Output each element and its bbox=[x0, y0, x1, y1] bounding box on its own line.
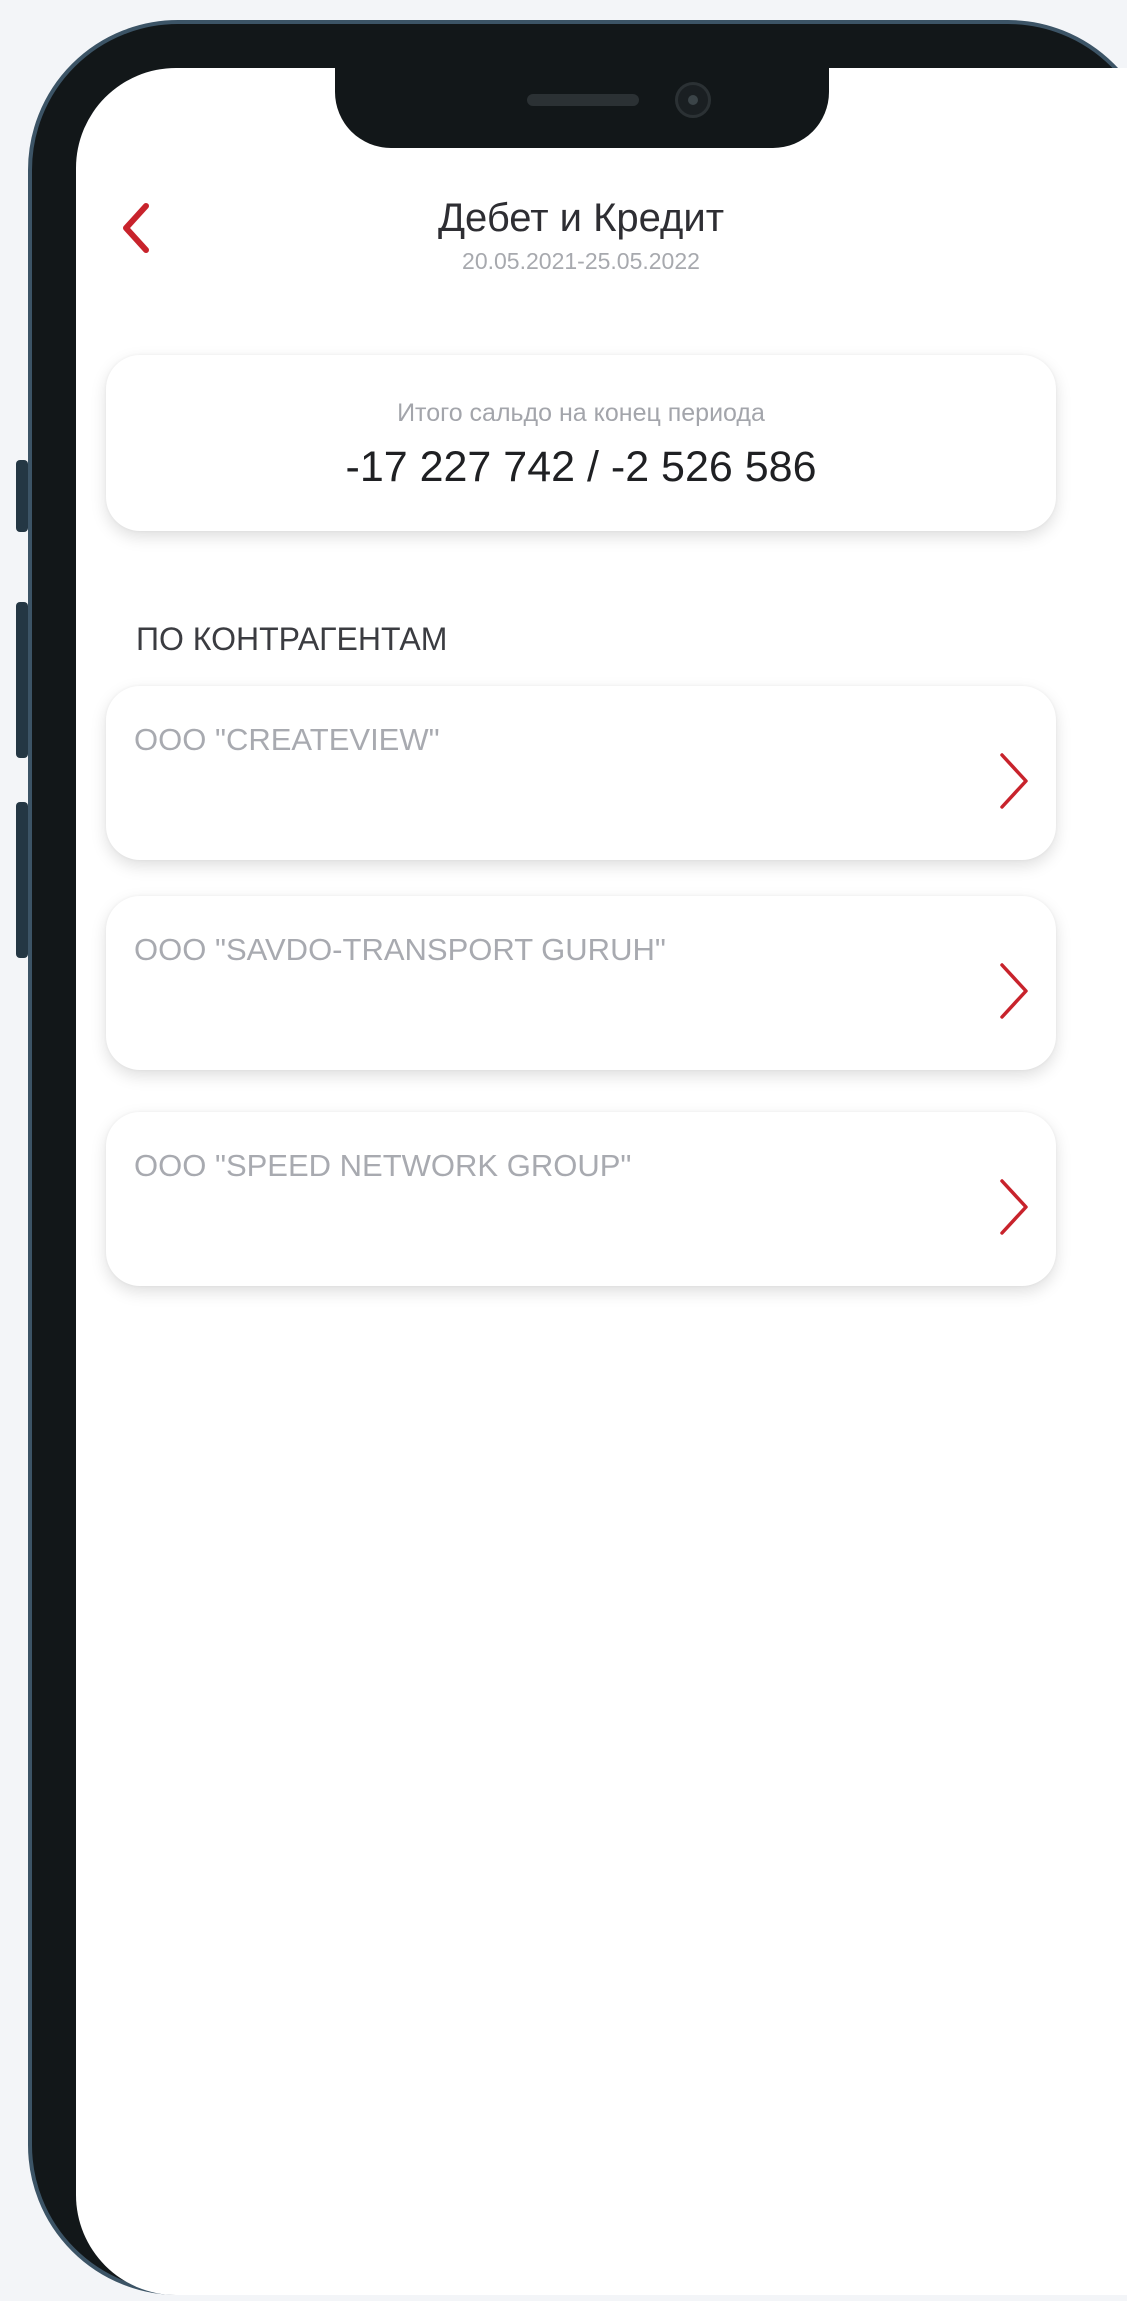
volume-up-button bbox=[16, 602, 28, 758]
front-camera bbox=[675, 82, 711, 118]
notch bbox=[335, 68, 829, 148]
counterparties-heading: ПО КОНТРАГЕНТАМ bbox=[136, 621, 448, 657]
counterparty-item[interactable]: ООО "SAVDO-TRANSPORT GURUH" bbox=[106, 896, 1056, 1070]
chevron-right-icon bbox=[1000, 963, 1028, 1019]
counterparty-name: ООО "CREATEVIEW" bbox=[134, 722, 440, 757]
chevron-right-icon bbox=[1000, 1179, 1028, 1235]
chevron-right-icon bbox=[1000, 753, 1028, 809]
period-range: 20.05.2021-25.05.2022 bbox=[462, 248, 700, 274]
volume-down-button bbox=[16, 802, 28, 958]
app-screen: Дебет и Кредит 20.05.2021-25.05.2022 Ито… bbox=[76, 68, 1127, 2295]
counterparty-name: ООО "SAVDO-TRANSPORT GURUH" bbox=[134, 932, 666, 967]
mute-switch bbox=[16, 460, 28, 532]
speaker-grille bbox=[527, 94, 639, 106]
page-title: Дебет и Кредит bbox=[437, 196, 725, 240]
counterparty-item[interactable]: ООО "CREATEVIEW" bbox=[106, 686, 1056, 860]
balance-value: -17 227 742 / -2 526 586 bbox=[345, 443, 817, 491]
balance-label: Итого сальдо на конец периода bbox=[397, 399, 765, 427]
counterparty-name: ООО "SPEED NETWORK GROUP" bbox=[134, 1148, 632, 1183]
balance-summary-card: Итого сальдо на конец периода -17 227 74… bbox=[106, 355, 1056, 531]
counterparty-item[interactable]: ООО "SPEED NETWORK GROUP" bbox=[106, 1112, 1056, 1286]
